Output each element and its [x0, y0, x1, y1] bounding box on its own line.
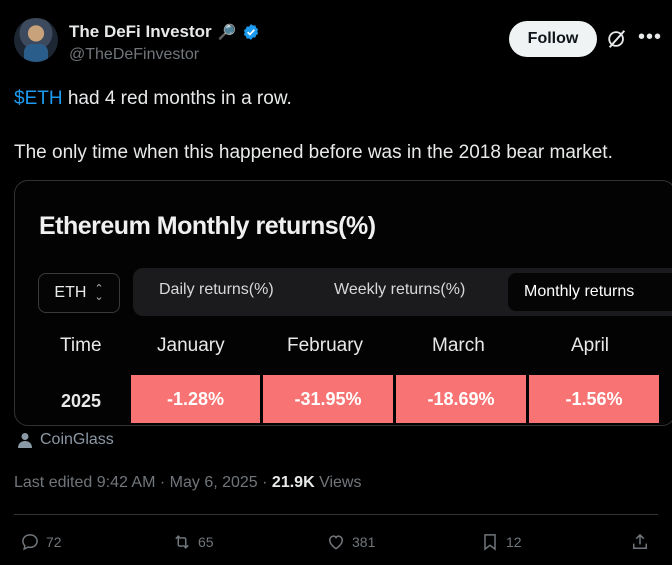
share-icon [633, 533, 647, 549]
follow-button[interactable]: Follow [509, 21, 597, 57]
author-handle[interactable]: @TheDeFinvestor [69, 46, 199, 64]
repost-count: 65 [198, 534, 214, 550]
author-name-row: The DeFi Investor 🔎 [69, 22, 260, 42]
cell-april-return: -1.56% [529, 375, 659, 423]
bookmark-button[interactable]: 12 [480, 532, 522, 552]
column-header-february: February [287, 335, 364, 356]
card-title: Ethereum Monthly returns(%) [39, 212, 376, 240]
column-header-january: January [157, 335, 225, 356]
tab-monthly-returns[interactable]: Monthly returns [508, 273, 672, 311]
magnifier-emoji-icon: 🔎 [217, 24, 237, 41]
image-source-attribution[interactable]: CoinGlass [18, 431, 114, 449]
reply-icon [22, 534, 38, 551]
divider [14, 514, 658, 515]
bookmark-icon [484, 534, 496, 551]
cell-march-return: -18.69% [396, 375, 526, 423]
asset-select-value: ETH [54, 284, 87, 301]
reply-count: 72 [46, 534, 62, 550]
chevron-up-down-icon: ⌃ ⌄ [94, 283, 104, 303]
grok-icon[interactable] [606, 28, 628, 50]
asset-select[interactable]: ETH ⌃ ⌄ [38, 273, 120, 313]
repost-icon [175, 535, 189, 549]
eth-cashtag-link[interactable]: $ETH [14, 88, 63, 109]
share-button[interactable] [630, 532, 650, 552]
person-icon [18, 433, 32, 448]
like-count: 381 [352, 534, 376, 550]
bookmark-count: 12 [506, 534, 522, 550]
reply-button[interactable]: 72 [20, 532, 62, 552]
views-count: 21.9K [271, 474, 315, 491]
author-avatar[interactable] [14, 18, 58, 62]
verified-badge-icon [244, 24, 259, 40]
cell-february-return: -31.95% [263, 375, 393, 423]
author-display-name[interactable]: The DeFi Investor [69, 22, 212, 42]
tab-daily-returns[interactable]: Daily returns(%) [159, 281, 274, 299]
column-header-april: April [571, 335, 610, 356]
column-header-march: March [432, 335, 485, 356]
tweet-meta: Last edited 9:42 AM · May 6, 2025 · 21.9… [14, 474, 361, 492]
like-button[interactable]: 381 [326, 532, 375, 552]
more-options-icon[interactable]: ••• [638, 26, 662, 49]
tab-weekly-returns[interactable]: Weekly returns(%) [334, 281, 465, 299]
source-label: CoinGlass [40, 431, 114, 448]
cell-january-return: -1.28% [131, 375, 260, 423]
tweet-text-line-1-rest: had 4 red months in a row. [62, 88, 292, 109]
views-label: Views [314, 474, 362, 491]
heart-icon [328, 535, 344, 550]
tweet-text-line-2: The only time when this happened before … [14, 142, 613, 163]
repost-button[interactable]: 65 [172, 532, 214, 552]
row-year-label: 2025 [61, 391, 102, 411]
tweet-text-line-1: $ETH had 4 red months in a row. [14, 88, 292, 110]
attached-image-card[interactable]: Ethereum Monthly returns(%) ETH ⌃ ⌄ Daily… [14, 180, 672, 426]
returns-tabbar: Daily returns(%) Weekly returns(%) Month… [133, 268, 672, 316]
column-header-time: Time [60, 335, 102, 356]
edited-timestamp[interactable]: Last edited 9:42 AM · May 6, 2025 · [14, 474, 272, 491]
